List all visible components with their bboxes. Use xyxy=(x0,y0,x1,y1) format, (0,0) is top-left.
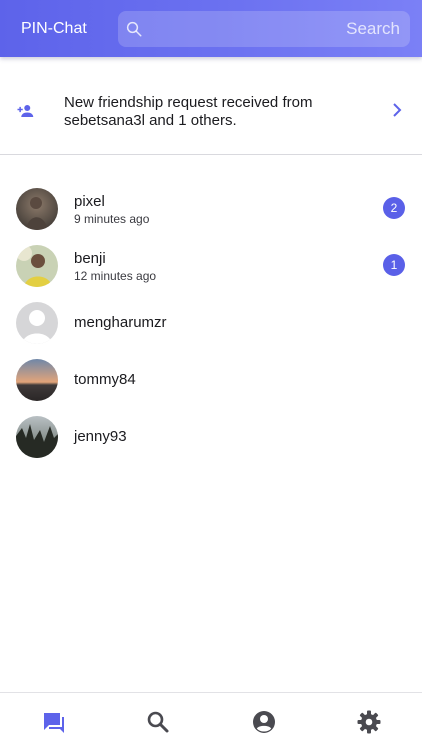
search-input[interactable] xyxy=(152,11,406,47)
chat-name: pixel xyxy=(74,193,105,210)
chat-list: pixel 9 minutes ago 2 benji 12 minutes a… xyxy=(0,180,422,465)
search-box[interactable] xyxy=(118,11,410,47)
chat-name: benji xyxy=(74,250,106,267)
gear-icon xyxy=(357,710,381,734)
chat-name: mengharumzr xyxy=(74,314,167,331)
nav-chats[interactable] xyxy=(41,709,67,735)
app-title: PIN-Chat xyxy=(21,20,87,37)
divider xyxy=(0,154,422,155)
nav-settings[interactable] xyxy=(356,709,382,735)
avatar xyxy=(16,245,58,287)
unread-badge: 1 xyxy=(383,254,405,276)
avatar xyxy=(16,359,58,401)
avatar xyxy=(16,188,58,230)
default-avatar xyxy=(16,302,58,344)
chat-name: tommy84 xyxy=(74,371,136,388)
chat-item[interactable]: tommy84 xyxy=(0,351,422,408)
bottom-nav xyxy=(0,692,422,750)
chat-item[interactable]: benji 12 minutes ago 1 xyxy=(0,237,422,294)
search-icon xyxy=(147,711,169,733)
chat-name: jenny93 xyxy=(74,428,127,445)
nav-profile[interactable] xyxy=(251,709,277,735)
app-header: PIN-Chat xyxy=(0,0,422,57)
friend-request-text: New friendship request received from seb… xyxy=(64,94,313,129)
person-add-icon xyxy=(17,105,34,117)
unread-badge: 2 xyxy=(383,197,405,219)
chat-time: 9 minutes ago xyxy=(74,212,150,226)
chevron-right-icon[interactable] xyxy=(390,102,404,118)
chat-bubbles-icon xyxy=(44,713,64,733)
search-icon xyxy=(126,21,142,37)
chat-item[interactable]: mengharumzr xyxy=(0,294,422,351)
nav-search[interactable] xyxy=(145,709,171,735)
chat-item[interactable]: jenny93 xyxy=(0,408,422,465)
friend-request-row[interactable]: New friendship request received from seb… xyxy=(0,82,422,142)
avatar xyxy=(16,416,58,458)
account-circle-icon xyxy=(253,711,275,733)
chat-time: 12 minutes ago xyxy=(74,269,157,283)
chat-item[interactable]: pixel 9 minutes ago 2 xyxy=(0,180,422,237)
